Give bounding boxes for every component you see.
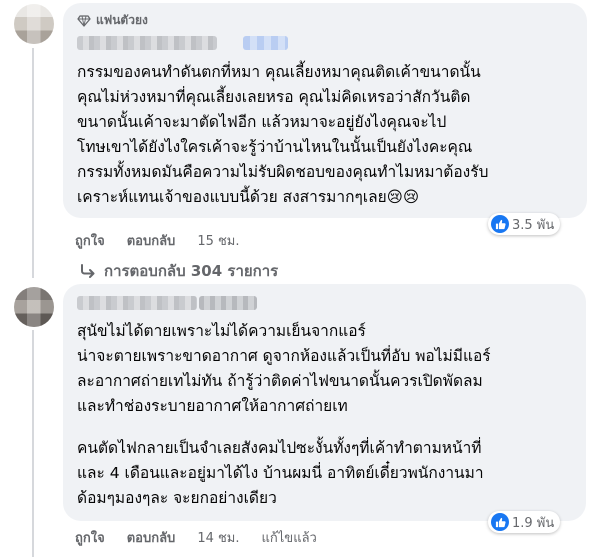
commenter-tag[interactable]: [243, 36, 288, 50]
commenter-name[interactable]: [77, 36, 217, 50]
badge-label: แฟนตัวยง: [96, 13, 148, 27]
like-button[interactable]: ถูกใจ: [75, 230, 105, 251]
edited-label[interactable]: แก้ไขแล้ว: [262, 527, 317, 548]
top-fan-badge: แฟนตัวยง: [77, 11, 148, 30]
reaction-count: 3.5 พัน: [512, 217, 555, 233]
diamond-icon: [77, 14, 91, 27]
thread-line: [32, 48, 34, 278]
comment-paragraph: คนตัดไฟกลายเป็นจำเลยสังคมไปซะงั้นทั้งๆที…: [77, 439, 484, 507]
comment-bubble: สุนัขไม่ได้ตายเพราะไม่ได้ความเย็นจากแอร์…: [63, 284, 586, 521]
reply-button[interactable]: ตอบกลับ: [127, 527, 176, 548]
reply-button[interactable]: ตอบกลับ: [127, 230, 176, 251]
comment-paragraph: สุนัขไม่ได้ตายเพราะไม่ได้ความเย็นจากแอร์…: [77, 322, 491, 415]
comment-actions: ถูกใจ ตอบกลับ 15 ชม.: [75, 230, 240, 251]
reaction-summary[interactable]: 3.5 พัน: [488, 213, 561, 235]
like-icon: [491, 215, 509, 233]
like-icon: [491, 513, 509, 531]
avatar[interactable]: [14, 287, 54, 327]
reaction-summary[interactable]: 1.9 พัน: [488, 511, 561, 533]
reaction-count: 1.9 พัน: [512, 515, 555, 531]
like-button[interactable]: ถูกใจ: [75, 527, 105, 548]
timestamp[interactable]: 15 ชม.: [197, 230, 239, 251]
reply-arrow-icon: [81, 264, 95, 278]
comment-text: กรรมของคนทำดันตกที่หมา คุณเลี้ยงหมาคุณติ…: [77, 63, 489, 206]
avatar[interactable]: [14, 4, 54, 44]
timestamp[interactable]: 14 ชม.: [197, 527, 239, 548]
comment-bubble: แฟนตัวยง กรรมของคนทำดันตกที่หมา คุณเลี้ย…: [63, 3, 587, 218]
replies-label: การตอบกลับ 304 รายการ: [104, 262, 279, 280]
comment-actions: ถูกใจ ตอบกลับ 14 ชม. แก้ไขแล้ว: [75, 527, 317, 548]
commenter-name-part[interactable]: [199, 296, 257, 310]
commenter-name[interactable]: [77, 296, 197, 310]
view-replies-link[interactable]: การตอบกลับ 304 รายการ: [80, 259, 278, 283]
thread-line: [32, 330, 34, 557]
